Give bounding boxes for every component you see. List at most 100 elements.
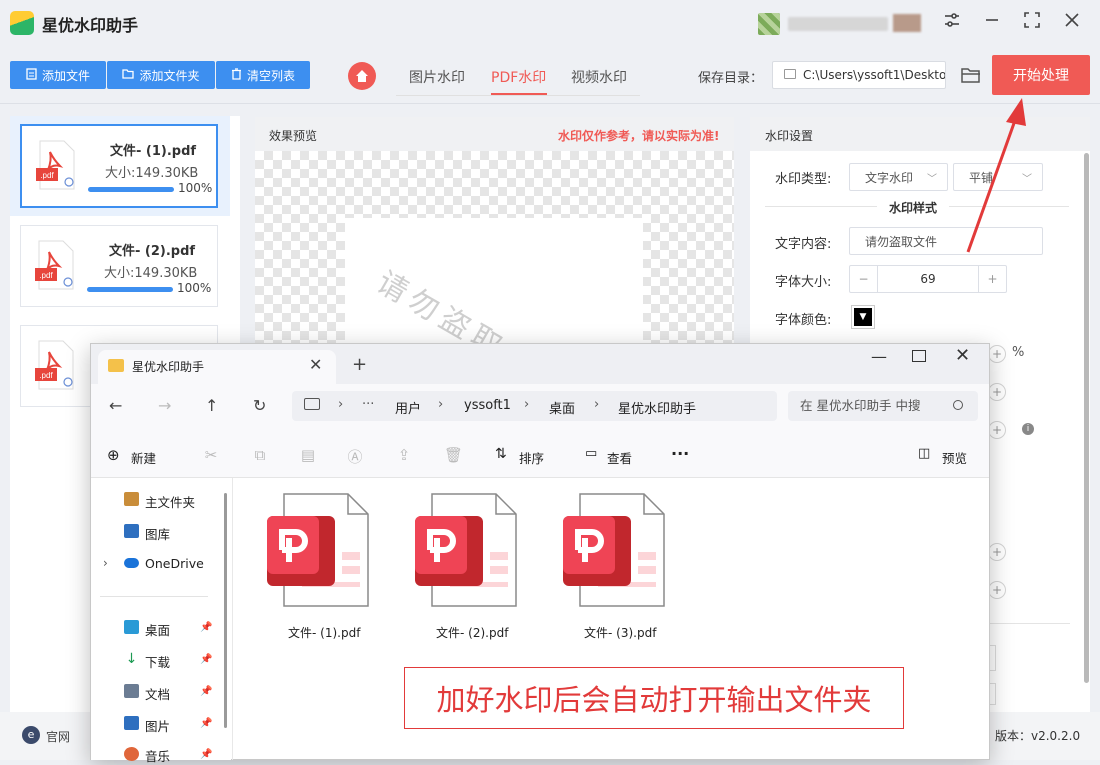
- pdf-file-icon[interactable]: [558, 490, 668, 610]
- add-file-button[interactable]: 添加文件: [10, 61, 106, 89]
- divider: [988, 623, 1070, 624]
- font-size-value: 69: [920, 272, 936, 286]
- rename-icon[interactable]: Ⓐ: [347, 446, 363, 466]
- increase-button[interactable]: +: [988, 383, 1006, 401]
- save-dir-input[interactable]: C:\Users\yssoft1\Desktop: [772, 61, 946, 89]
- pin-icon[interactable]: 📌: [200, 654, 212, 665]
- increase-button[interactable]: +: [988, 421, 1006, 439]
- folder-outline-icon: [784, 69, 796, 79]
- sort-icon: ⇅: [495, 446, 507, 462]
- clear-list-button[interactable]: 清空列表: [216, 61, 310, 89]
- file-item[interactable]: .pdf 文件- (2).pdf 大小:149.30KB 100%: [20, 225, 218, 307]
- increase-button[interactable]: +: [988, 345, 1006, 363]
- tab-image-watermark[interactable]: 图片水印: [409, 67, 465, 87]
- chevron-right-icon: ›: [594, 397, 600, 412]
- explorer-search-input[interactable]: 在 星优水印助手 中搜: [788, 391, 978, 421]
- open-folder-icon[interactable]: [961, 66, 981, 84]
- explorer-close-button[interactable]: ✕: [955, 345, 970, 366]
- close-button[interactable]: [1060, 11, 1084, 35]
- folder-icon: [122, 68, 135, 82]
- text-content-label: 文字内容:: [775, 237, 832, 252]
- increase-button[interactable]: +: [988, 543, 1006, 561]
- view-icon: ▭: [585, 446, 598, 461]
- info-icon[interactable]: i: [1022, 423, 1034, 435]
- home-icon: [124, 492, 139, 506]
- share-icon[interactable]: ⇪: [396, 446, 412, 464]
- tab-pdf-watermark[interactable]: PDF水印: [491, 67, 546, 87]
- add-folder-button[interactable]: 添加文件夹: [107, 61, 215, 89]
- sidebar-item-pictures[interactable]: 图片: [145, 716, 170, 735]
- search-icon: [953, 400, 963, 410]
- file-size: 大小:149.30KB: [104, 266, 198, 281]
- pin-icon[interactable]: 📌: [200, 718, 212, 729]
- desktop-icon: [124, 620, 139, 634]
- home-button[interactable]: [348, 62, 376, 90]
- watermark-type-select[interactable]: 文字水印 ﹀: [849, 163, 948, 191]
- cut-icon[interactable]: ✂: [203, 446, 219, 464]
- sidebar-scrollbar[interactable]: [224, 493, 227, 728]
- sidebar-item-home[interactable]: 主文件夹: [145, 492, 195, 511]
- pdf-file-icon: .pdf: [35, 340, 74, 390]
- decrease-button[interactable]: −: [850, 266, 878, 292]
- breadcrumb-item[interactable]: 用户: [395, 398, 421, 417]
- breadcrumb-item[interactable]: 桌面: [549, 398, 575, 417]
- up-arrow-icon[interactable]: ↑: [205, 396, 218, 415]
- app-title: 星优水印助手: [42, 16, 139, 35]
- more-icon[interactable]: ···: [362, 397, 374, 412]
- view-button[interactable]: 查看: [607, 448, 632, 467]
- expand-chevron-icon[interactable]: ›: [103, 556, 108, 570]
- sidebar-item-onedrive[interactable]: OneDrive: [145, 556, 204, 571]
- start-process-button[interactable]: 开始处理: [992, 55, 1090, 95]
- explorer-file-name[interactable]: 文件- (1).pdf: [288, 624, 360, 641]
- settings-sliders-icon[interactable]: [940, 11, 964, 35]
- sidebar-item-downloads[interactable]: 下载: [145, 652, 170, 671]
- chevron-down-icon: ▼: [854, 308, 872, 326]
- pin-icon[interactable]: 📌: [200, 622, 212, 633]
- new-tab-icon[interactable]: +: [352, 354, 367, 375]
- pdf-file-icon[interactable]: [410, 490, 520, 610]
- back-arrow-icon[interactable]: ←: [109, 396, 122, 415]
- progress-bar: [87, 287, 173, 292]
- settings-scrollbar[interactable]: [1084, 153, 1089, 683]
- breadcrumb-item[interactable]: yssoft1: [464, 398, 511, 413]
- sidebar-item-desktop[interactable]: 桌面: [145, 620, 170, 639]
- file-item[interactable]: .pdf 文件- (1).pdf 大小:149.30KB 100%: [20, 124, 218, 208]
- tab-video-watermark[interactable]: 视频水印: [571, 67, 627, 87]
- add-file-label: 添加文件: [41, 68, 90, 83]
- increase-button[interactable]: +: [978, 266, 1006, 292]
- computer-icon: [304, 398, 320, 410]
- pin-icon[interactable]: 📌: [200, 686, 212, 697]
- version-label: 版本：v2.0.2.0: [995, 729, 1081, 743]
- explorer-maximize-button[interactable]: [912, 350, 926, 362]
- user-avatar[interactable]: [758, 13, 780, 35]
- sidebar-item-gallery[interactable]: 图库: [145, 524, 170, 543]
- explorer-tab-title: 星优水印助手: [132, 360, 205, 374]
- document-icon: [124, 684, 139, 698]
- explorer-minimize-button[interactable]: —: [864, 347, 894, 371]
- new-button[interactable]: 新建: [131, 448, 156, 467]
- copy-icon[interactable]: ⧉: [252, 446, 268, 464]
- tab-close-icon[interactable]: ✕: [309, 355, 322, 374]
- sidebar-item-documents[interactable]: 文档: [145, 684, 170, 703]
- pin-icon[interactable]: 📌: [200, 749, 212, 760]
- refresh-icon[interactable]: ↻: [253, 396, 266, 415]
- more-options-button[interactable]: ···: [671, 444, 689, 463]
- explorer-file-name[interactable]: 文件- (2).pdf: [436, 624, 508, 641]
- font-size-stepper[interactable]: − 69 +: [849, 265, 1007, 293]
- sidebar-item-music[interactable]: 音乐: [145, 746, 170, 765]
- increase-button[interactable]: +: [988, 581, 1006, 599]
- forward-arrow-icon[interactable]: →: [158, 396, 171, 415]
- minimize-button[interactable]: [980, 11, 1004, 35]
- delete-icon[interactable]: 🗑: [444, 446, 463, 464]
- maximize-button[interactable]: [1020, 11, 1044, 35]
- preview-pane-button[interactable]: 预览: [942, 448, 967, 467]
- explorer-file-name[interactable]: 文件- (3).pdf: [584, 624, 656, 641]
- watermark-style-title: 水印样式: [877, 199, 950, 216]
- font-color-swatch[interactable]: ▼: [851, 305, 875, 329]
- website-icon[interactable]: e: [22, 726, 40, 744]
- breadcrumb-item[interactable]: 星优水印助手: [618, 398, 696, 417]
- website-link[interactable]: 官网: [46, 728, 70, 745]
- paste-icon[interactable]: ▤: [300, 446, 316, 464]
- sort-button[interactable]: 排序: [519, 448, 544, 467]
- pdf-file-icon[interactable]: [262, 490, 372, 610]
